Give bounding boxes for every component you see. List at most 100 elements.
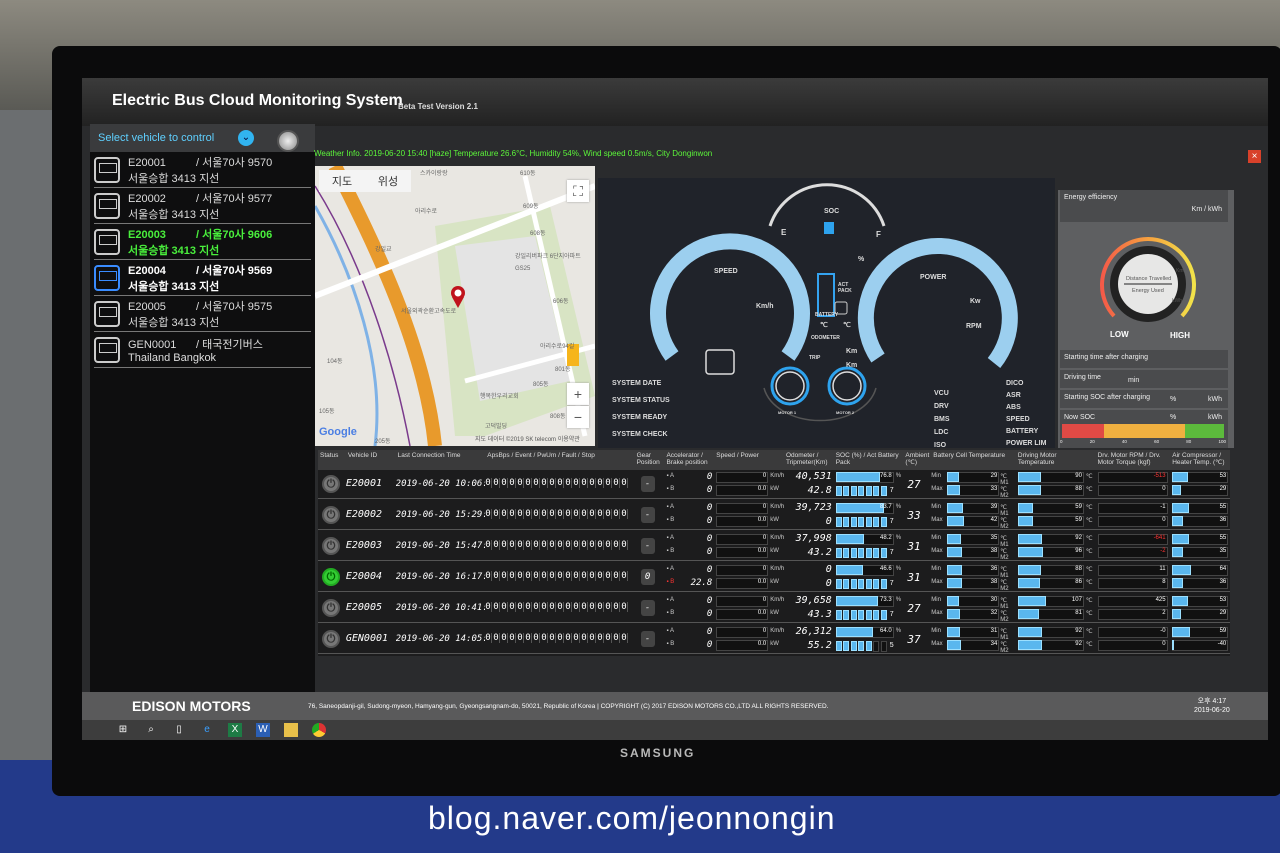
last-connection-time: 2019-06-20 16:17:24 (395, 571, 486, 582)
brake-label: ▪ B (666, 485, 675, 492)
battery-pack-cell (843, 516, 850, 527)
motor-rpm-value: 0 (1162, 640, 1166, 647)
table-row[interactable]: ⏻E200042019-06-20 16:17:2400000000000000… (318, 563, 1230, 592)
motor-temp-value: 92 (1075, 534, 1082, 541)
vehicle-list-item[interactable]: E20005 / 서울70사 9575 서울승합 3413 지선 (94, 296, 311, 332)
dashboard: SOC E F % SPEED Km/h POWER Kw RPM BATTER… (598, 178, 1055, 449)
system-label: SYSTEM STATUS (612, 397, 670, 404)
driving-time-row: Driving time min (1060, 370, 1228, 388)
event-bit: 0 (517, 508, 525, 519)
table-row[interactable]: ⏻E200022019-06-20 15:29:5600000000000000… (318, 501, 1230, 530)
event-bit: 0 (509, 477, 517, 488)
power-status-icon[interactable]: ⏻ (322, 567, 340, 586)
map-label: 서울외곽순환고속도로 (401, 309, 457, 315)
zoom-out-button[interactable]: − (567, 406, 589, 428)
zoom-in-button[interactable]: + (567, 383, 589, 405)
windows-start-icon[interactable]: ⊞ (116, 723, 130, 737)
event-bit: 0 (589, 539, 597, 550)
vehicle-list-item[interactable]: E20001 / 서울70사 9570 서울승합 3413 지선 (94, 152, 311, 188)
warning-status-label: POWER LIM (1006, 440, 1047, 447)
table-cell: 000000000000000000 (485, 625, 634, 654)
event-bit: 0 (509, 570, 517, 581)
chrome-icon[interactable] (312, 723, 326, 737)
tab-map[interactable]: 지도 (332, 173, 352, 189)
motor-temp-unit: ℃ (1085, 486, 1093, 493)
ambient-temp: 31 (907, 539, 921, 553)
table-cell: 107 ℃ 81 ℃ (1016, 594, 1096, 623)
battery-pack-cell (865, 485, 872, 496)
monitor-brand: SAMSUNG (620, 746, 696, 760)
map-label: 808동 (550, 414, 566, 420)
power-gauge (857, 237, 1018, 368)
trip-value: 0 (825, 577, 832, 589)
odometer-value: 40,531 (795, 470, 832, 482)
table-cell: 000000000000000000 (485, 532, 634, 561)
internet-explorer-icon[interactable]: e (200, 723, 214, 737)
power-status-icon[interactable]: ⏻ (322, 474, 340, 493)
vehicle-id: E20005 (345, 601, 382, 613)
event-bit: 0 (533, 570, 541, 581)
unit-status-label: ISO (934, 442, 947, 449)
event-bit: 0 (557, 477, 565, 488)
event-bit: 0 (565, 508, 573, 519)
chevron-down-icon[interactable]: ⌄ (238, 130, 254, 146)
vehicle-list-item[interactable]: E20004 / 서울70사 9569 서울승합 3413 지선 (94, 260, 311, 296)
motor-temp-value: 88 (1075, 485, 1082, 492)
cell-temp-value: 35 (990, 534, 998, 541)
system-clock[interactable]: 오후 4:17 2019-06-20 (1194, 697, 1230, 715)
table-cell: 26,312 55.2 (784, 625, 834, 654)
low-label: LOW (1110, 330, 1129, 339)
table-row[interactable]: ⏻E200052019-06-20 10:41:5200000000000000… (318, 594, 1230, 623)
brake-value: 0 (706, 484, 713, 495)
event-bit: 0 (493, 508, 501, 519)
event-bit: 0 (485, 539, 493, 550)
last-connection-time: 2019-06-20 15:47:43 (395, 540, 486, 551)
brake-value: 0 (706, 608, 713, 619)
vehicle-list-item[interactable]: E20002 / 서울70사 9577 서울승합 3413 지선 (94, 188, 311, 224)
motor-label: ℃ M2 (1000, 579, 1009, 592)
event-bit: 0 (493, 539, 501, 550)
odometer-unit: Km (846, 348, 858, 355)
table-cell: 2019-06-20 14:05:17 (396, 625, 486, 654)
excel-icon[interactable]: X (228, 723, 242, 737)
power-status-icon[interactable]: ⏻ (322, 505, 340, 524)
word-icon[interactable]: W (256, 723, 270, 737)
table-row[interactable]: ⏻E200012019-06-20 10:06:0400000000000000… (318, 470, 1230, 499)
event-bit: 0 (517, 477, 525, 488)
map[interactable]: 지도 위성 ⛶ + − 스카이랑랑 아리수로 강일교 서울외곽순환고속도로 강일리버파크… (315, 166, 595, 446)
soc-value: 76.8 (880, 472, 892, 479)
file-explorer-icon[interactable] (284, 723, 298, 737)
power-status-icon[interactable]: ⏻ (322, 629, 340, 648)
gear-position: - (640, 537, 655, 554)
close-button[interactable]: × (1248, 150, 1261, 163)
power-value: 0.0 (757, 485, 767, 492)
energy-unit: Km / kWh (1191, 206, 1222, 213)
table-cell: Min 30 ℃ M1 Max 32 ℃ M2 (931, 594, 1016, 623)
search-icon[interactable]: ⌕ (144, 723, 158, 737)
motor2-label: MOTOR 2 (836, 410, 855, 415)
task-view-icon[interactable]: ▯ (172, 723, 186, 737)
event-bit: 0 (517, 570, 525, 581)
event-bits: 000000000000000000 (485, 501, 634, 519)
battery-label: BATTERY (815, 312, 839, 318)
motor-temp-value: 88 (1075, 565, 1082, 572)
table-row[interactable]: ⏻E200032019-06-20 15:47:4300000000000000… (318, 532, 1230, 561)
battery-pack-cell (865, 609, 872, 620)
map-label: 801동 (555, 367, 571, 373)
vehicle-list-item[interactable]: GEN0001 / 태국전기버스 Thailand Bangkok (94, 332, 311, 368)
power-status-icon[interactable]: ⏻ (322, 598, 340, 617)
motor1-label: MOTOR 1 (778, 410, 797, 415)
power-status-icon[interactable]: ⏻ (322, 536, 340, 555)
event-bits: 000000000000000000 (485, 594, 634, 612)
battery-pack-cell (850, 640, 857, 651)
table-row[interactable]: ⏻GEN00012019-06-20 14:05:170000000000000… (318, 625, 1230, 654)
globe-icon[interactable] (277, 130, 299, 152)
table-cell: 48.2% 7 (834, 532, 904, 561)
vehicle-select-label: Select vehicle to control (98, 132, 215, 144)
battery-pack-cell (835, 516, 842, 527)
soc-label: SOC (824, 208, 840, 215)
tab-satellite[interactable]: 위성 (378, 173, 398, 189)
speed-value: 0 (762, 503, 767, 510)
vehicle-list-item[interactable]: E20003 / 서울70사 9606 서울승합 3413 지선 (94, 224, 311, 260)
fullscreen-button[interactable]: ⛶ (567, 180, 589, 202)
